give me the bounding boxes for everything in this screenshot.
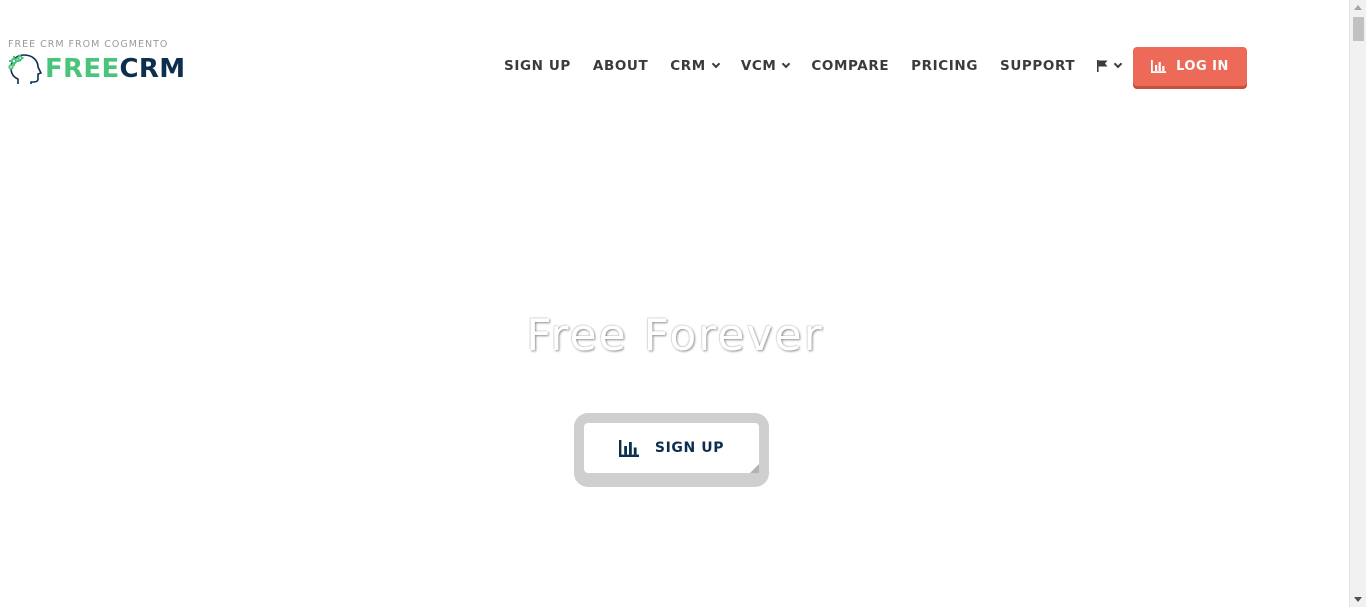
logo-text: FREECRM (45, 50, 185, 88)
hero-signup-label: SIGN UP (654, 440, 725, 456)
vertical-scrollbar[interactable] (1349, 0, 1366, 607)
hero-signup-frame: SIGN UP (574, 413, 769, 487)
language-dropdown[interactable] (1097, 59, 1123, 72)
chevron-down-icon (782, 59, 791, 69)
nav-vcm-label: VCM (740, 58, 777, 74)
login-button-label: LOG IN (1176, 59, 1229, 74)
nav-compare-label: COMPARE (811, 58, 890, 74)
scrollbar-thumb[interactable] (1353, 17, 1364, 41)
nav-about-label: ABOUT (592, 58, 649, 74)
logo-text-crm: CRM (119, 54, 186, 84)
nav-support-label: SUPPORT (1000, 58, 1076, 74)
freecrm-logo[interactable]: FREECRM (5, 50, 185, 88)
nav-pricing[interactable]: PRICING (911, 58, 978, 74)
chevron-down-icon (711, 59, 721, 69)
nav-pricing-label: PRICING (911, 58, 978, 74)
logo-text-free: FREE (45, 54, 120, 84)
nav-crm-label: CRM (670, 58, 706, 74)
login-button[interactable]: LOG IN (1133, 47, 1247, 86)
head-gears-icon (8, 54, 42, 84)
hero-signup-button[interactable]: SIGN UP (584, 423, 759, 473)
flag-icon (1097, 60, 1108, 72)
main-nav: SIGN UP ABOUT CRM VCM COMPARE PRICING SU… (504, 47, 1123, 85)
nav-compare[interactable]: COMPARE (811, 58, 889, 74)
page: FREE CRM FROM COGMENTO FREECRM SIGN UP A (0, 0, 1366, 607)
scroll-down-icon[interactable] (1354, 597, 1362, 602)
nav-crm-dropdown[interactable]: CRM (670, 58, 721, 74)
scroll-up-icon[interactable] (1354, 5, 1362, 10)
tagline: FREE CRM FROM COGMENTO (8, 39, 169, 50)
nav-vcm-dropdown[interactable]: VCM (740, 58, 791, 74)
corner-fold (750, 464, 759, 473)
nav-sign-up-label: SIGN UP (504, 58, 571, 74)
bar-chart-icon (1151, 60, 1167, 73)
nav-sign-up[interactable]: SIGN UP (504, 58, 571, 74)
nav-about[interactable]: ABOUT (593, 58, 648, 74)
chevron-down-icon (1113, 59, 1123, 69)
nav-support[interactable]: SUPPORT (1000, 58, 1075, 74)
bar-chart-icon (618, 439, 639, 457)
hero-title: Free Forever (526, 310, 824, 361)
